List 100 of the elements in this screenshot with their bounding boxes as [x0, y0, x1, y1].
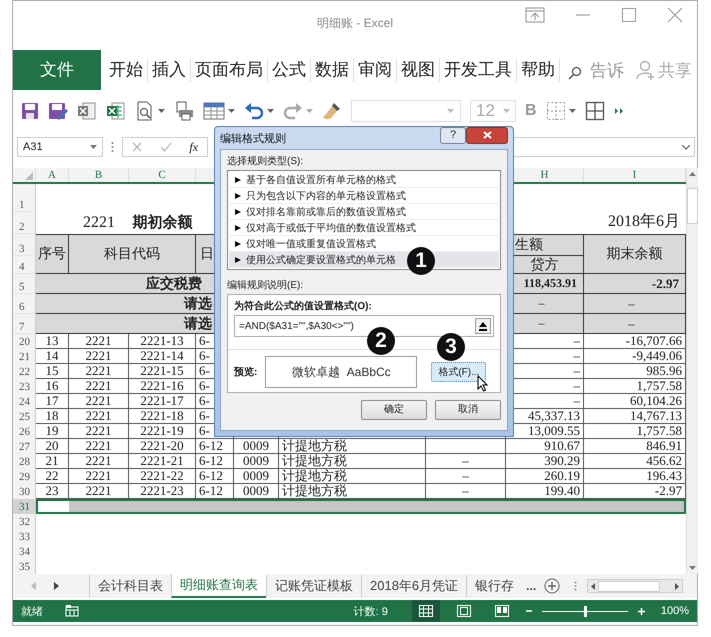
row-header[interactable]: 28 [13, 454, 36, 469]
scroll-thumb[interactable] [687, 188, 698, 224]
row-header[interactable]: 5 [13, 274, 36, 294]
row-header[interactable]: 3 [13, 234, 36, 256]
table-format-icon[interactable] [203, 102, 225, 120]
table-cell: – [426, 469, 506, 484]
row-header[interactable]: 20 [13, 334, 36, 349]
caret-icon[interactable] [158, 109, 165, 113]
collapse-dialog-button[interactable] [475, 318, 491, 334]
row-header[interactable]: 29 [13, 469, 36, 484]
table-cell: 2221-15 [129, 364, 196, 379]
row-header[interactable]: 21 [13, 349, 36, 364]
name-box[interactable]: A31 [17, 137, 103, 157]
close-icon [482, 131, 492, 139]
section-label: 编辑规则说明(E): [227, 278, 304, 293]
row-header[interactable]: 4 [13, 256, 36, 274]
caret-icon[interactable] [568, 109, 576, 113]
scroll-right-icon[interactable] [54, 582, 59, 590]
sheet-tab[interactable]: 2018年6月凭证 [361, 575, 466, 597]
save-edit-icon[interactable] [48, 102, 68, 120]
ribbon-tab[interactable]: 开始 [105, 58, 148, 82]
undo-icon[interactable] [244, 102, 264, 120]
ribbon-display-icon[interactable] [525, 6, 545, 22]
ribbon-tab[interactable]: 开发工具 [440, 58, 517, 82]
vertical-scrollbar[interactable] [686, 168, 698, 574]
help-button[interactable]: ? [440, 126, 466, 144]
cancel-button[interactable]: 取消 [435, 400, 501, 420]
borders-icon[interactable] [546, 101, 566, 121]
format-button[interactable]: 格式(F)... [431, 362, 486, 382]
paintbrush-icon[interactable] [322, 101, 342, 121]
scroll-up-icon[interactable] [689, 172, 696, 176]
row-header[interactable]: 22 [13, 364, 36, 379]
sheet-tab[interactable]: 记账凭证模板 [266, 575, 361, 597]
table-cell: -2.97 [584, 274, 686, 294]
grid-icon[interactable] [584, 101, 605, 121]
table-cell: 260.19 [506, 469, 584, 484]
ok-button[interactable]: 确定 [361, 400, 427, 420]
row-header[interactable]: 26 [13, 424, 36, 439]
row-header[interactable]: 23 [13, 379, 36, 394]
table-cell: 390.29 [506, 454, 584, 469]
row-header[interactable]: 31 [13, 499, 36, 514]
rule-type-item[interactable]: 只为包含以下内容的单元格设置格式 [229, 188, 499, 204]
maximize-icon[interactable] [621, 6, 637, 22]
scroll-down-icon[interactable] [689, 566, 696, 570]
spreadsheet-export-icon[interactable] [77, 101, 97, 121]
rule-type-item[interactable]: 基于各自值设置所有单元格的格式 [229, 172, 499, 188]
add-sheet-icon[interactable] [544, 578, 560, 594]
row-header[interactable]: 35 [13, 559, 36, 574]
expand-icon[interactable] [682, 144, 690, 150]
row-header[interactable]: 34 [13, 544, 36, 559]
ribbon-tab[interactable]: 页面布局 [191, 58, 268, 82]
ribbon-tab[interactable]: 审阅 [354, 58, 397, 82]
row-header[interactable]: 33 [13, 529, 36, 544]
column-header[interactable]: A [36, 168, 69, 182]
dots-icon[interactable] [111, 141, 114, 153]
row-header[interactable]: 24 [13, 394, 36, 409]
ribbon-tab[interactable]: 视图 [397, 58, 440, 82]
search-icon[interactable] [568, 66, 582, 80]
horizontal-scrollbar[interactable] [587, 579, 683, 593]
dots-icon[interactable] [574, 581, 578, 591]
row-header[interactable]: 27 [13, 439, 36, 454]
font-name-field[interactable] [351, 100, 461, 122]
table-cell: 18 [36, 409, 69, 424]
zoom-out-icon[interactable] [526, 608, 532, 614]
ribbon-tab[interactable]: 数据 [311, 58, 354, 82]
row-header[interactable]: 2 [13, 212, 36, 234]
sheet-tab[interactable]: 银行存 [466, 575, 522, 597]
insert-function-button[interactable]: fx [189, 140, 198, 154]
caret-icon[interactable] [267, 109, 274, 113]
scroll-left-icon[interactable] [591, 582, 596, 590]
rule-type-item[interactable]: 仅对排名靠前或靠后的数值设置格式 [229, 204, 499, 220]
more-tabs-button[interactable]: ... [526, 579, 536, 593]
view-button[interactable] [412, 600, 440, 622]
table-cell: 2221-18 [129, 409, 196, 424]
column-header[interactable]: C [129, 168, 196, 182]
close-button[interactable] [466, 126, 508, 144]
close-icon[interactable] [667, 6, 683, 22]
spreadsheet-icon[interactable] [106, 101, 126, 121]
save-icon[interactable] [21, 102, 39, 120]
column-header[interactable]: B [69, 168, 129, 182]
more-icon[interactable] [614, 107, 624, 115]
scroll-right-icon[interactable] [675, 582, 679, 590]
zoom-level-text[interactable]: 100% [660, 605, 689, 617]
check-icon[interactable] [160, 142, 172, 152]
ribbon-tab[interactable]: 帮助 [517, 58, 560, 82]
zoom-slider-thumb[interactable] [584, 606, 587, 616]
row-header[interactable]: 30 [13, 484, 36, 499]
print-icon[interactable] [174, 101, 194, 121]
zoom-in-icon[interactable] [638, 608, 645, 614]
caret-icon[interactable] [228, 109, 235, 113]
row-header[interactable]: 1 [13, 184, 36, 212]
macro-record-icon[interactable] [65, 605, 79, 617]
row-header[interactable]: 32 [13, 514, 36, 529]
row-header[interactable]: 25 [13, 409, 36, 424]
ribbon-tab[interactable]: 公式 [268, 58, 311, 82]
sheet-tab[interactable]: 明细账查询表 [171, 574, 266, 598]
ribbon-tab[interactable]: 插入 [148, 58, 191, 82]
rule-type-item[interactable]: 仅对高于或低于平均值的数值设置格式 [229, 220, 499, 236]
row-header[interactable]: 7 [13, 314, 36, 334]
row-header[interactable]: 6 [13, 294, 36, 314]
